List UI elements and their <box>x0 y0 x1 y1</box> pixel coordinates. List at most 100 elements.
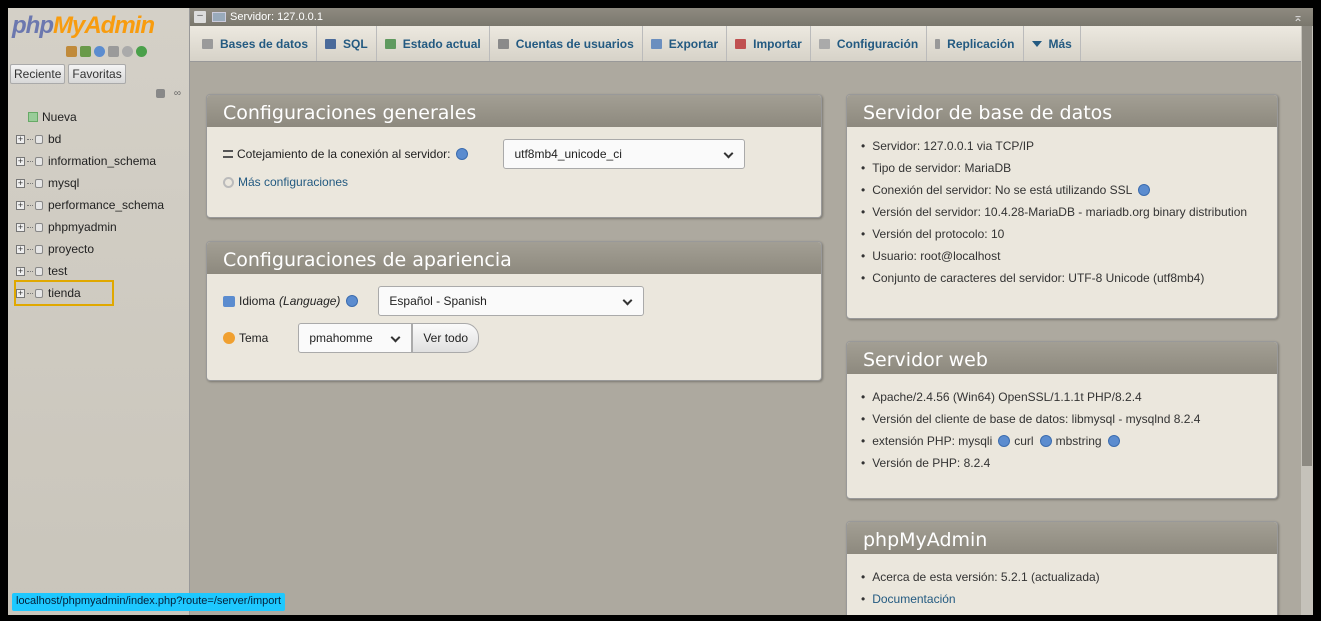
collation-select[interactable]: utf8mb4_unicode_ci <box>503 139 746 169</box>
wrench-icon <box>223 176 234 188</box>
status-url-tooltip: localhost/phpmyadmin/index.php?route=/se… <box>12 593 286 611</box>
web-server-panel: Servidor web Apache/2.4.56 (Win64) OpenS… <box>846 341 1278 499</box>
general-settings-title: Configuraciones generales <box>207 95 821 127</box>
list-item: Versión del servidor: 10.4.28-MariaDB - … <box>861 201 1263 223</box>
tree-item-test[interactable]: + test <box>16 260 189 282</box>
import-icon <box>735 38 747 49</box>
list-item: Usuario: root@localhost <box>861 245 1263 267</box>
tab-export[interactable]: Exportar <box>643 26 728 61</box>
vertical-scrollbar[interactable] <box>1301 26 1313 615</box>
tree-item-label[interactable]: information_schema <box>48 154 156 168</box>
expand-icon[interactable]: + <box>16 222 25 232</box>
server-breadcrumb[interactable]: Servidor: 127.0.0.1 <box>230 11 323 23</box>
chevron-down-icon <box>390 332 401 343</box>
collation-value: utf8mb4_unicode_ci <box>514 147 622 161</box>
tree-connector <box>27 182 33 184</box>
tree-item-proyecto[interactable]: + proyecto <box>16 238 189 260</box>
help-icon[interactable] <box>1039 435 1052 447</box>
tree-item-bd[interactable]: + bd <box>16 128 189 150</box>
tree-item-label[interactable]: proyecto <box>48 242 94 256</box>
tree-item-new[interactable]: Nueva <box>16 106 189 128</box>
recent-button[interactable]: Reciente <box>10 64 66 84</box>
database-icon <box>35 134 43 144</box>
collapse-all-icon[interactable] <box>156 89 165 98</box>
tree-item-phpmyadmin[interactable]: + phpmyadmin <box>16 216 189 238</box>
language-icon <box>223 295 235 307</box>
tree-item-label[interactable]: performance_schema <box>48 198 164 212</box>
scrollbar-thumb[interactable] <box>1302 26 1312 466</box>
database-icon <box>35 244 43 254</box>
language-label: Idioma <box>239 294 276 308</box>
reload-icon[interactable] <box>136 45 147 57</box>
help-icon[interactable] <box>1138 184 1151 196</box>
tree-item-label[interactable]: test <box>48 264 67 278</box>
tab-more[interactable]: Más <box>1024 26 1081 61</box>
phpmyadmin-logo[interactable]: phpMyAdmin <box>8 8 189 40</box>
tree-item-label[interactable]: phpmyadmin <box>48 220 117 234</box>
logout-icon[interactable] <box>80 45 91 57</box>
scroll-top-icon[interactable]: ⌅ <box>1293 10 1303 24</box>
more-settings-link[interactable]: Más configuraciones <box>238 175 348 189</box>
expand-icon[interactable]: + <box>16 134 25 144</box>
link-icon[interactable]: ∞ <box>174 88 181 99</box>
theme-select[interactable]: pmahomme <box>298 323 413 353</box>
tab-user-accounts[interactable]: Cuentas de usuarios <box>490 26 643 61</box>
gear-icon[interactable] <box>122 45 133 57</box>
tree-item-label[interactable]: tienda <box>48 286 81 300</box>
chevron-down-icon <box>622 295 633 306</box>
home-icon[interactable] <box>66 45 77 57</box>
top-menu: Bases de datos SQL Estado actual Cuentas… <box>190 26 1313 62</box>
documentation-link[interactable]: Documentación <box>872 592 955 606</box>
tab-settings[interactable]: Configuración <box>811 26 928 61</box>
tree-connector <box>27 226 33 228</box>
favorites-button[interactable]: Favoritas <box>68 64 126 84</box>
expand-icon[interactable]: + <box>16 156 25 166</box>
appearance-settings-title: Configuraciones de apariencia <box>207 242 821 274</box>
help-icon[interactable] <box>456 148 469 160</box>
expand-icon[interactable]: + <box>16 178 25 188</box>
tree-item-performance-schema[interactable]: + performance_schema <box>16 194 189 216</box>
help-icon[interactable] <box>1107 435 1120 447</box>
list-item: Acerca de esta versión: 5.2.1 (actualiza… <box>861 566 1263 588</box>
tab-label: SQL <box>343 36 368 51</box>
list-item: Conjunto de caracteres del servidor: UTF… <box>861 267 1263 289</box>
database-icon <box>35 200 43 210</box>
view-all-themes-button[interactable]: Ver todo <box>412 323 480 353</box>
help-icon[interactable] <box>94 45 105 57</box>
sql-icon <box>325 38 337 49</box>
help-icon[interactable] <box>998 435 1011 447</box>
collapse-nav-icon[interactable]: – <box>194 11 206 23</box>
tree-item-tienda[interactable]: + tienda <box>14 280 114 306</box>
window: phpMyAdmin Reciente Favoritas ∞ Nueva + b… <box>8 8 1313 615</box>
database-tree: Nueva + bd + information_schema + mysql + pe… <box>8 106 189 306</box>
tree-item-label[interactable]: mysql <box>48 176 79 190</box>
phpmyadmin-title: phpMyAdmin <box>847 522 1277 554</box>
language-select[interactable]: Español - Spanish <box>378 286 645 316</box>
tree-item-information-schema[interactable]: + information_schema <box>16 150 189 172</box>
tab-databases[interactable]: Bases de datos <box>194 26 318 61</box>
list-item: Versión de PHP: 8.2.4 <box>861 452 1263 474</box>
wrench-icon <box>818 38 830 49</box>
tree-item-label[interactable]: bd <box>48 132 61 146</box>
expand-icon[interactable]: + <box>16 288 25 298</box>
expand-icon[interactable]: + <box>16 200 25 210</box>
export-icon <box>650 38 662 49</box>
main-content: – Servidor: 127.0.0.1 ⌅ Bases de datos S… <box>190 8 1313 615</box>
tab-import[interactable]: Importar <box>727 26 811 61</box>
tab-label: Estado actual <box>402 36 481 51</box>
list-item: Apache/2.4.56 (Win64) OpenSSL/1.1.1t PHP… <box>861 386 1263 408</box>
tab-label: Exportar <box>668 36 719 51</box>
tab-replication[interactable]: Replicación <box>927 26 1024 61</box>
chevron-down-icon <box>1031 40 1042 47</box>
language-value: Español - Spanish <box>389 294 487 308</box>
tab-status[interactable]: Estado actual <box>377 26 490 61</box>
tree-item-mysql[interactable]: + mysql <box>16 172 189 194</box>
expand-icon[interactable]: + <box>16 266 25 276</box>
server-breadcrumb-bar: – Servidor: 127.0.0.1 ⌅ <box>190 8 1313 26</box>
tab-sql[interactable]: SQL <box>317 26 377 61</box>
tree-connector <box>27 248 33 250</box>
help-icon[interactable] <box>346 295 359 307</box>
expand-icon[interactable]: + <box>16 244 25 254</box>
replication-icon <box>935 38 941 49</box>
docs-icon[interactable] <box>108 45 119 57</box>
